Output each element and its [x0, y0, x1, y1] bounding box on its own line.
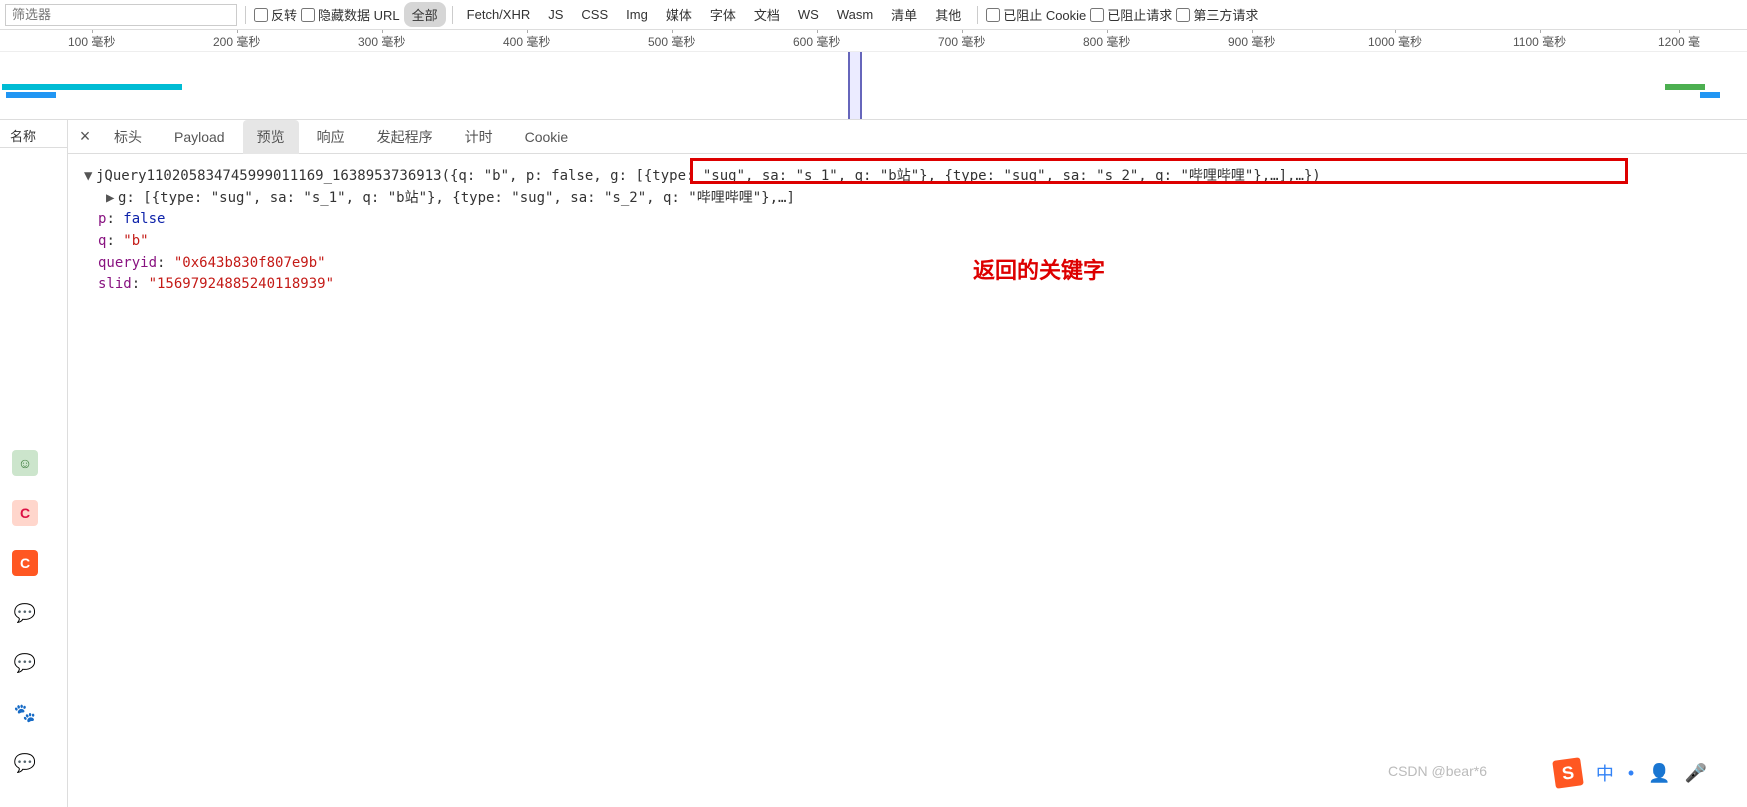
tab-headers[interactable]: 标头: [100, 120, 156, 154]
tab-response[interactable]: 响应: [303, 120, 359, 154]
tray-icon-1[interactable]: 中: [1596, 760, 1614, 786]
type-manifest[interactable]: 清单: [883, 2, 925, 27]
network-timeline[interactable]: 100 毫秒 200 毫秒 300 毫秒 400 毫秒 500 毫秒 600 毫…: [0, 30, 1747, 120]
type-css[interactable]: CSS: [573, 4, 616, 25]
network-toolbar: 反转 隐藏数据 URL 全部 Fetch/XHR JS CSS Img 媒体 字…: [0, 0, 1747, 30]
tree-g[interactable]: ▶g: [{type: "sug", sa: "s_1", q: "b站"}, …: [84, 188, 1731, 210]
tray-icon-3[interactable]: 👤: [1648, 763, 1670, 784]
system-tray: S 中 • 👤 🎤: [1554, 759, 1707, 787]
watermark: CSDN @bear*6: [1388, 763, 1487, 779]
detail-tabs: × 标头 Payload 预览 响应 发起程序 计时 Cookie: [68, 120, 1747, 154]
blocked-cookie-checkbox[interactable]: 已阻止 Cookie: [986, 5, 1086, 24]
hide-data-url-checkbox[interactable]: 隐藏数据 URL: [301, 5, 400, 24]
type-fetch[interactable]: Fetch/XHR: [459, 4, 539, 25]
detail-panel: × 标头 Payload 预览 响应 发起程序 计时 Cookie ▼jQuer…: [68, 120, 1747, 807]
bar: [6, 92, 56, 98]
c-icon-orange[interactable]: C: [12, 550, 38, 576]
tree-q[interactable]: q: "b": [84, 231, 1731, 253]
message-icon-2[interactable]: 💬: [12, 650, 38, 676]
type-img[interactable]: Img: [618, 4, 656, 25]
type-filters: 全部 Fetch/XHR JS CSS Img 媒体 字体 文档 WS Wasm…: [404, 2, 970, 27]
tab-preview[interactable]: 预览: [243, 120, 299, 154]
tick: 100 毫秒: [68, 33, 115, 50]
timeline-ruler: 100 毫秒 200 毫秒 300 毫秒 400 毫秒 500 毫秒 600 毫…: [0, 30, 1747, 52]
tick: 900 毫秒: [1228, 33, 1275, 50]
tick: 400 毫秒: [503, 33, 550, 50]
tick: 800 毫秒: [1083, 33, 1130, 50]
c-icon-light[interactable]: C: [12, 500, 38, 526]
tray-icon-2[interactable]: •: [1628, 763, 1634, 784]
tree-queryid[interactable]: queryid: "0x643b830f807e9b": [84, 253, 1731, 275]
tree-slid[interactable]: slid: "15697924885240118939": [84, 274, 1731, 296]
preview-content: ▼jQuery110205834745999011169_16389537369…: [68, 154, 1747, 308]
annotation-label: 返回的关键字: [973, 254, 1105, 288]
divider: [977, 6, 978, 24]
timeline-marker: [848, 52, 862, 119]
tab-cookie[interactable]: Cookie: [511, 122, 583, 152]
type-wasm[interactable]: Wasm: [829, 4, 881, 25]
third-party-checkbox[interactable]: 第三方请求: [1176, 5, 1258, 24]
tick: 500 毫秒: [648, 33, 695, 50]
message-icon[interactable]: 💬: [12, 600, 38, 626]
main-area: 名称 × 标头 Payload 预览 响应 发起程序 计时 Cookie ▼jQ…: [0, 120, 1747, 807]
type-doc[interactable]: 文档: [746, 2, 788, 27]
tab-payload[interactable]: Payload: [160, 122, 239, 152]
tree-p[interactable]: p: false: [84, 209, 1731, 231]
type-font[interactable]: 字体: [702, 2, 744, 27]
close-icon[interactable]: ×: [74, 126, 96, 147]
type-media[interactable]: 媒体: [658, 2, 700, 27]
divider: [452, 6, 453, 24]
bar: [1700, 92, 1720, 98]
tick: 300 毫秒: [358, 33, 405, 50]
tick: 1100 毫秒: [1513, 33, 1566, 50]
tick: 1200 毫: [1658, 33, 1700, 50]
name-column-header[interactable]: 名称: [0, 120, 67, 148]
tick: 1000 毫秒: [1368, 33, 1422, 50]
tab-timing[interactable]: 计时: [451, 120, 507, 154]
sogou-icon[interactable]: S: [1552, 757, 1584, 789]
tick: 700 毫秒: [938, 33, 985, 50]
filter-input[interactable]: [5, 4, 237, 26]
divider: [245, 6, 246, 24]
type-all[interactable]: 全部: [404, 2, 446, 27]
robot-icon[interactable]: ☺: [12, 450, 38, 476]
bar: [1665, 84, 1705, 90]
tree-root[interactable]: ▼jQuery110205834745999011169_16389537369…: [84, 166, 1731, 188]
side-dock: ☺ C C 💬 💬 🐾 💬: [12, 450, 38, 776]
type-js[interactable]: JS: [540, 4, 571, 25]
tick: 600 毫秒: [793, 33, 840, 50]
invert-checkbox[interactable]: 反转: [254, 5, 297, 24]
bar: [2, 84, 182, 90]
type-ws[interactable]: WS: [790, 4, 827, 25]
paw-icon[interactable]: 🐾: [12, 700, 38, 726]
blocked-request-checkbox[interactable]: 已阻止请求: [1090, 5, 1172, 24]
tick: 200 毫秒: [213, 33, 260, 50]
tray-icon-4[interactable]: 🎤: [1685, 763, 1707, 784]
type-other[interactable]: 其他: [927, 2, 969, 27]
message-icon-3[interactable]: 💬: [12, 750, 38, 776]
tab-initiator[interactable]: 发起程序: [363, 120, 447, 154]
